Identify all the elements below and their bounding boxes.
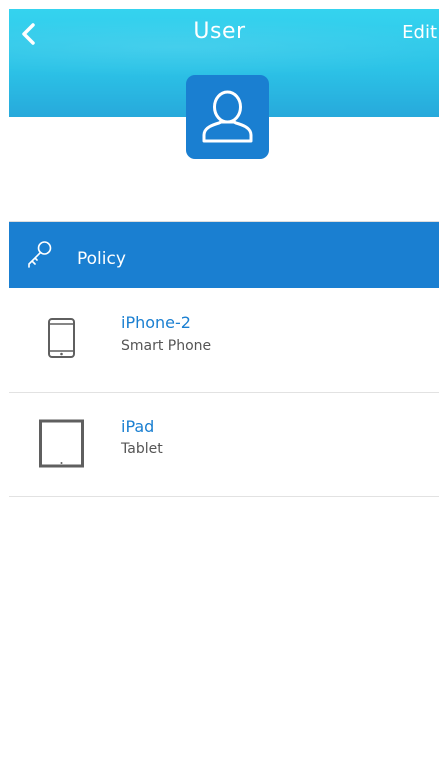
user-detail-screen: User Edit Policy iPhone-2 Smart Phone iP… — [0, 0, 439, 759]
tablet-icon — [39, 419, 84, 468]
user-icon — [202, 90, 253, 143]
device-name: iPhone-2 — [121, 313, 191, 332]
device-row-iphone-2[interactable]: iPhone-2 Smart Phone — [9, 288, 439, 393]
policy-label: Policy — [77, 249, 126, 269]
key-icon — [28, 241, 52, 268]
device-type: Smart Phone — [121, 338, 212, 354]
edit-button[interactable]: Edit — [402, 22, 437, 43]
device-row-ipad[interactable]: iPad Tablet — [9, 392, 439, 497]
policy-row[interactable]: Policy — [9, 222, 439, 288]
device-type: Tablet — [121, 441, 163, 457]
smartphone-icon — [48, 318, 75, 358]
page-title: User — [193, 19, 246, 44]
device-name: iPad — [121, 417, 155, 436]
avatar — [186, 75, 269, 159]
